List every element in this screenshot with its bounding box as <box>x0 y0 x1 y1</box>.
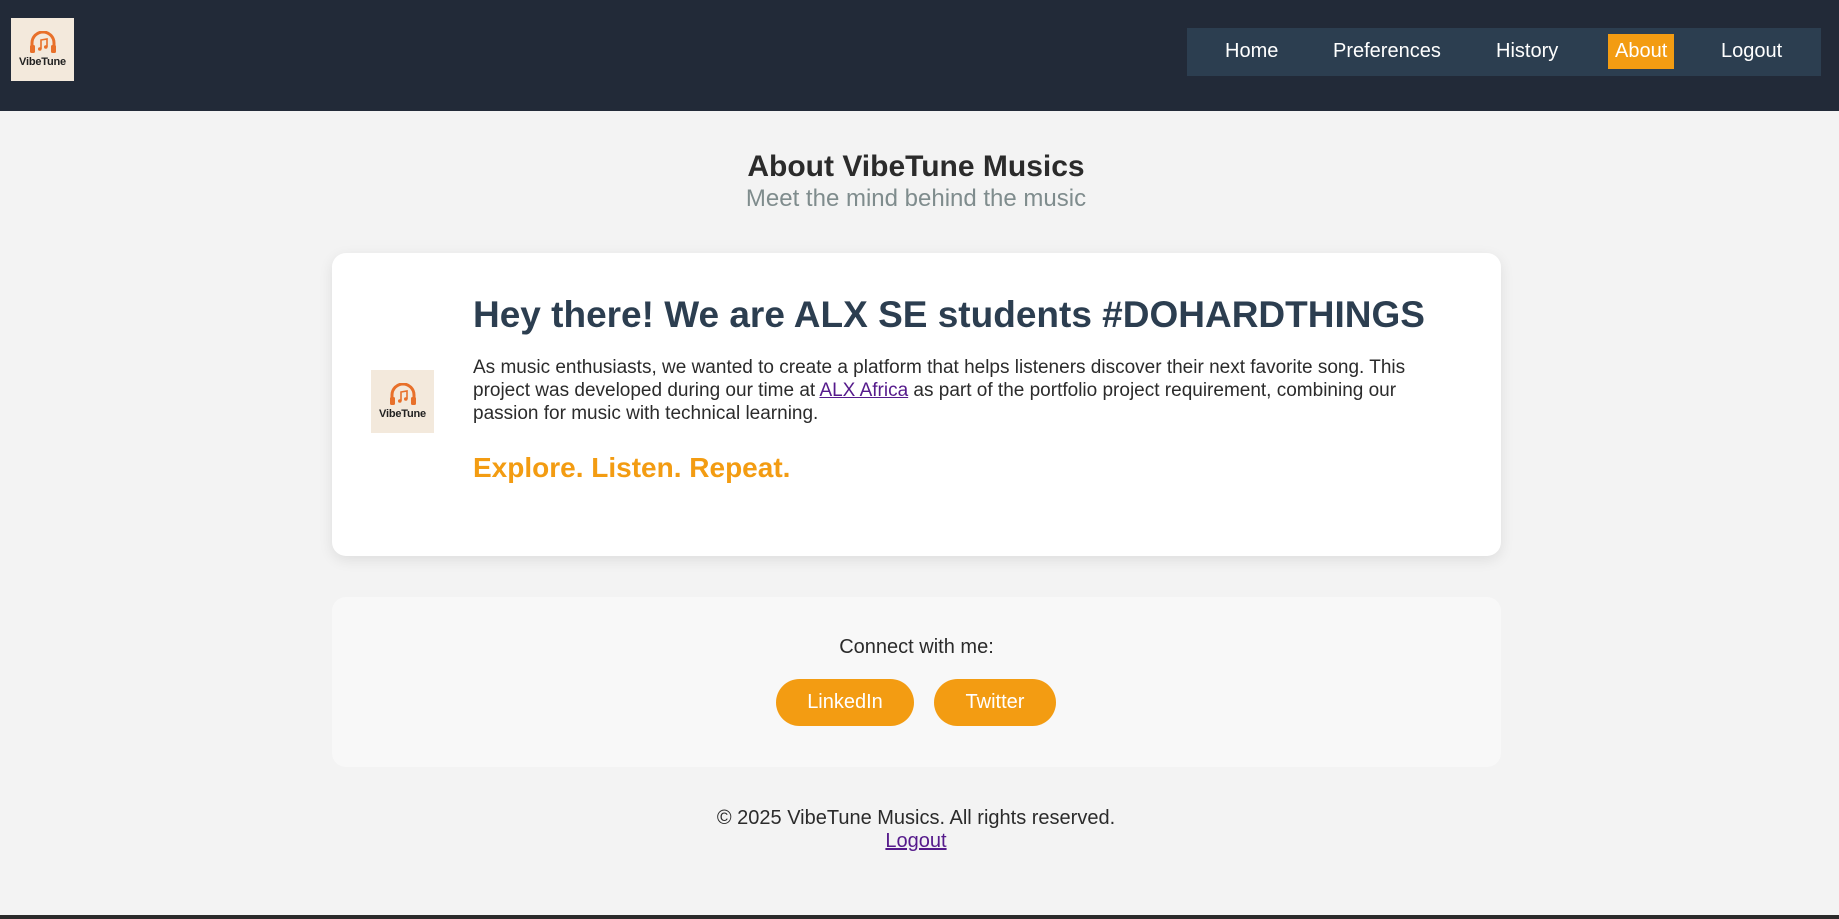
main-nav: Home Preferences History About Logout <box>1187 28 1821 76</box>
brand-logo-text: VibeTune <box>19 56 66 68</box>
footer-copyright: © 2025 VibeTune Musics. All rights reser… <box>716 807 1116 829</box>
nav-logout[interactable]: Logout <box>1714 34 1789 69</box>
brand-logo[interactable]: VibeTune <box>11 18 74 81</box>
card-body-text: As music enthusiasts, we wanted to creat… <box>473 356 1463 425</box>
headphones-music-icon <box>29 31 56 53</box>
tagline: Explore. Listen. Repeat. <box>473 452 791 483</box>
footer-logout: Logout <box>0 830 1832 853</box>
nav-preferences[interactable]: Preferences <box>1326 34 1448 69</box>
card-logo: VibeTune <box>371 370 434 433</box>
top-header: VibeTune Home Preferences History About … <box>0 0 1839 111</box>
nav-home[interactable]: Home <box>1218 34 1285 69</box>
headphones-music-icon <box>389 383 416 405</box>
nav-history[interactable]: History <box>1489 34 1565 69</box>
twitter-button[interactable]: Twitter <box>934 679 1056 726</box>
nav-about[interactable]: About <box>1608 34 1675 69</box>
card-logo-text: VibeTune <box>379 408 426 420</box>
bottom-divider <box>0 915 1839 919</box>
about-card: VibeTune Hey there! We are ALX SE studen… <box>332 253 1501 556</box>
card-heading: Hey there! We are ALX SE students #DOHAR… <box>473 294 1425 335</box>
connect-label: Connect with me: <box>839 636 994 658</box>
connect-section: Connect with me: LinkedIn Twitter <box>332 597 1501 767</box>
page-subtitle: Meet the mind behind the music <box>745 185 1087 212</box>
page-title: About VibeTune Musics <box>747 150 1085 183</box>
linkedin-button[interactable]: LinkedIn <box>776 679 914 726</box>
alx-africa-link[interactable]: ALX Africa <box>819 380 908 401</box>
footer-logout-link[interactable]: Logout <box>885 830 946 852</box>
